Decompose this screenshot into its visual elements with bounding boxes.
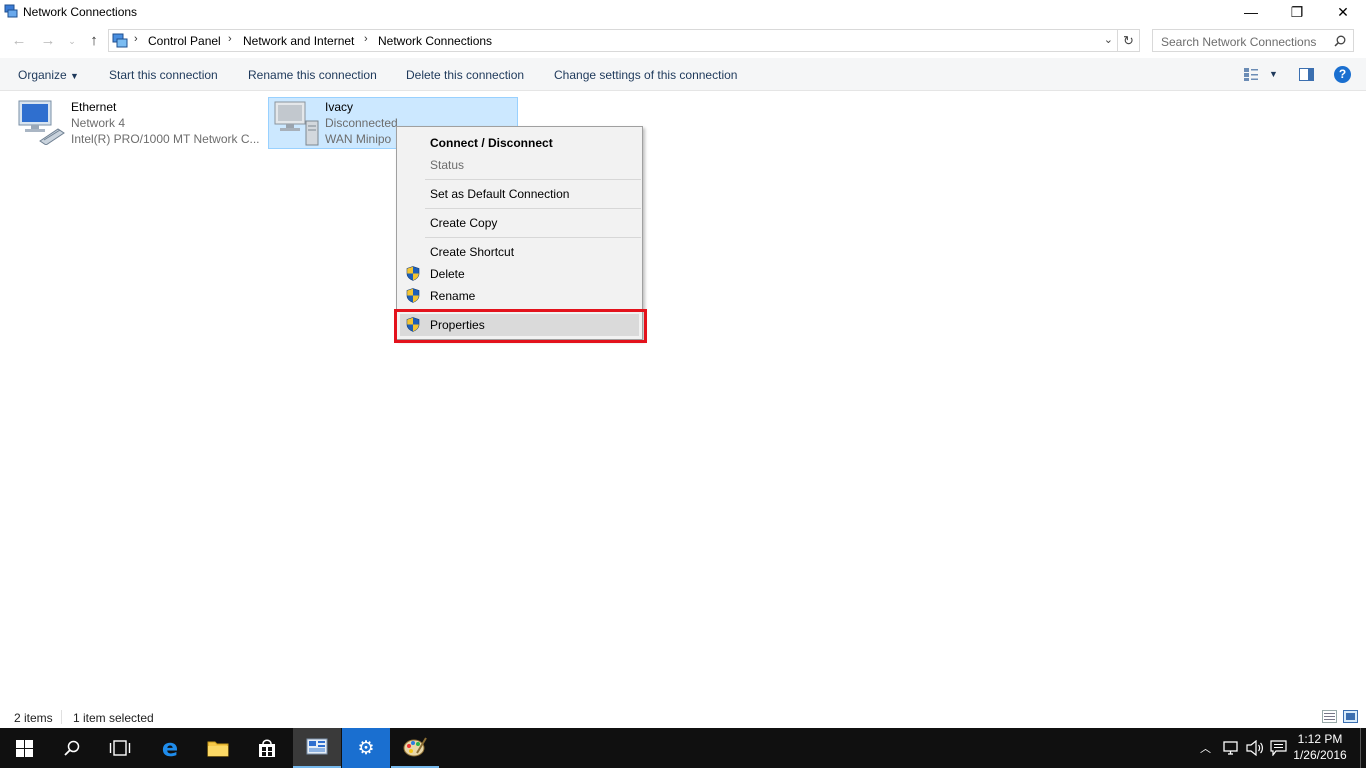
close-icon: ✕ xyxy=(1337,3,1349,20)
paint-button[interactable] xyxy=(391,728,439,768)
preview-pane-icon[interactable] xyxy=(1299,68,1314,81)
menu-item-create-shortcut[interactable]: Create Shortcut xyxy=(430,245,514,259)
connection-name: Ethernet xyxy=(71,100,117,114)
taskbar: e ⚙ ︿ 1:12 PM 1/26/2016 xyxy=(0,728,1366,768)
close-button[interactable]: ✕ xyxy=(1320,0,1366,24)
connection-status: Disconnected xyxy=(325,116,398,130)
network-connections-icon xyxy=(4,4,18,18)
search-placeholder: Search Network Connections xyxy=(1161,35,1317,49)
rename-connection-button[interactable]: Rename this connection xyxy=(248,68,377,82)
organize-button[interactable]: Organize ▼ xyxy=(18,68,79,82)
item-count: 2 items xyxy=(14,711,53,725)
show-hidden-icons-chevron[interactable]: ︿ xyxy=(1200,740,1211,756)
breadcrumb-control-panel[interactable]: Control Panel xyxy=(148,34,221,48)
settings-button[interactable]: ⚙ xyxy=(342,728,390,768)
breadcrumb-network-and-internet[interactable]: Network and Internet xyxy=(243,34,354,48)
breadcrumb-network-connections[interactable]: Network Connections xyxy=(378,34,492,48)
menu-item-rename[interactable]: Rename xyxy=(430,289,475,303)
highlight-annotation-box xyxy=(394,309,647,343)
refresh-button[interactable]: ↻ xyxy=(1118,29,1140,52)
menu-item-delete[interactable]: Delete xyxy=(430,267,465,281)
window-title: Network Connections xyxy=(23,5,138,19)
uac-shield-icon xyxy=(406,288,420,303)
folder-icon xyxy=(207,741,229,757)
view-dropdown-icon[interactable]: ▼ xyxy=(1269,69,1278,79)
menu-item-status: Status xyxy=(430,158,465,172)
edge-browser-button[interactable]: e xyxy=(146,728,194,768)
gear-icon: ⚙ xyxy=(357,737,375,759)
large-icons-view-icon[interactable] xyxy=(1343,710,1358,723)
menu-item-connect-disconnect[interactable]: Connect / Disconnect xyxy=(430,136,553,150)
up-button[interactable]: ↑ xyxy=(86,32,102,50)
breadcrumb-separator: › xyxy=(134,33,138,45)
connection-device: Intel(R) PRO/1000 MT Network C... xyxy=(71,132,260,146)
control-panel-icon xyxy=(306,738,328,755)
search-input[interactable]: Search Network Connections xyxy=(1152,29,1354,52)
change-settings-button[interactable]: Change settings of this connection xyxy=(554,68,737,82)
menu-item-set-default[interactable]: Set as Default Connection xyxy=(430,187,569,201)
help-button[interactable]: ? xyxy=(1334,66,1351,83)
address-dropdown-icon[interactable]: ⌄ xyxy=(1104,33,1113,46)
restore-button[interactable]: ❐ xyxy=(1274,0,1320,24)
minimize-icon: — xyxy=(1244,4,1258,20)
show-desktop-button[interactable] xyxy=(1360,728,1366,768)
breadcrumb-separator: › xyxy=(228,33,232,45)
file-explorer-button[interactable] xyxy=(194,728,242,768)
navigation-row: ← → ⌄ ↑ › Control Panel › Network and In… xyxy=(0,28,1366,54)
connection-name: Ivacy xyxy=(325,100,354,114)
menu-separator xyxy=(425,179,641,180)
recent-locations-button[interactable]: ⌄ xyxy=(64,32,80,50)
connection-device: WAN Minipo xyxy=(325,132,392,146)
restore-icon: ❐ xyxy=(1290,3,1304,20)
forward-button[interactable]: → xyxy=(40,32,56,50)
menu-item-create-copy[interactable]: Create Copy xyxy=(430,216,497,230)
address-bar[interactable]: › Control Panel › Network and Internet ›… xyxy=(108,29,1118,52)
search-taskbar-button[interactable] xyxy=(48,728,96,768)
menu-separator xyxy=(425,237,641,238)
status-bar: 2 items 1 item selected xyxy=(0,706,1366,728)
organize-label: Organize xyxy=(18,68,67,82)
start-button[interactable] xyxy=(0,728,48,768)
refresh-icon: ↻ xyxy=(1123,32,1134,48)
search-icon xyxy=(1334,35,1346,47)
paint-palette-icon xyxy=(403,737,427,757)
system-clock[interactable]: 1:12 PM 1/26/2016 xyxy=(1290,731,1350,763)
network-tray-icon[interactable] xyxy=(1223,740,1240,756)
windows-logo-icon xyxy=(15,739,33,757)
minimize-button[interactable]: — xyxy=(1228,0,1274,24)
clock-time: 1:12 PM xyxy=(1297,732,1343,746)
status-divider xyxy=(61,710,62,724)
control-panel-taskbar-button[interactable] xyxy=(293,728,341,768)
delete-connection-button[interactable]: Delete this connection xyxy=(406,68,524,82)
search-icon xyxy=(64,740,80,756)
ethernet-adapter-icon xyxy=(18,100,65,145)
back-button[interactable]: ← xyxy=(11,32,27,50)
task-view-icon xyxy=(109,740,131,756)
edge-icon: e xyxy=(161,734,179,762)
clock-date: 1/26/2016 xyxy=(1293,748,1347,762)
menu-separator xyxy=(425,208,641,209)
details-view-icon[interactable] xyxy=(1322,710,1337,723)
volume-icon[interactable] xyxy=(1246,740,1264,756)
view-options-icon[interactable] xyxy=(1244,68,1258,81)
command-bar: Organize ▼ Start this connection Rename … xyxy=(0,58,1366,91)
connection-status: Network 4 xyxy=(71,116,126,130)
action-center-icon[interactable] xyxy=(1270,740,1287,756)
wan-miniport-icon xyxy=(274,101,319,146)
store-icon xyxy=(259,739,275,757)
uac-shield-icon xyxy=(406,266,420,281)
breadcrumb-separator: › xyxy=(364,33,368,45)
connection-ethernet[interactable]: Ethernet Network 4 Intel(R) PRO/1000 MT … xyxy=(14,97,264,149)
start-connection-button[interactable]: Start this connection xyxy=(109,68,218,82)
context-menu: Connect / Disconnect Status Set as Defau… xyxy=(396,126,643,340)
control-panel-icon xyxy=(112,33,128,48)
title-bar: Network Connections — ❐ ✕ xyxy=(0,0,1366,24)
selected-count: 1 item selected xyxy=(73,711,154,725)
store-button[interactable] xyxy=(243,728,291,768)
dropdown-arrow-icon: ▼ xyxy=(70,71,79,81)
task-view-button[interactable] xyxy=(96,728,144,768)
